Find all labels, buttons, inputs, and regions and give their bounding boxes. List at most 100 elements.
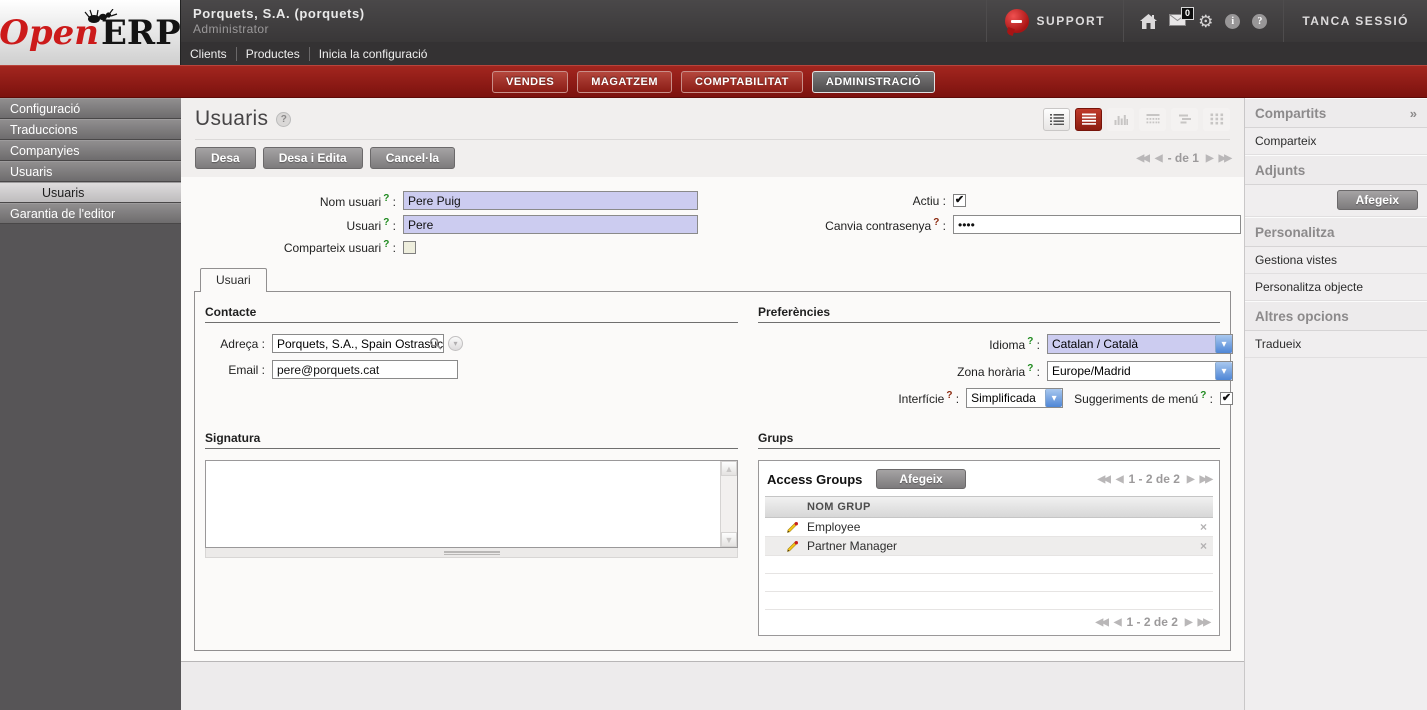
main-menu-bar: VENDES MAGATZEM COMPTABILITAT ADMINISTRA… [0, 65, 1427, 98]
shortcut-configuracio[interactable]: Inicia la configuració [308, 46, 437, 61]
company-block: Porquets, S.A. (porquets) Administrator [181, 6, 365, 36]
logged-in-user: Administrator [193, 22, 269, 36]
home-icon[interactable] [1140, 13, 1158, 29]
pager-next-icon[interactable]: ▶ [1206, 153, 1214, 164]
view-graph-button[interactable] [1107, 107, 1134, 131]
pager-first-icon[interactable]: ◀◀ [1097, 474, 1110, 485]
page-help-icon[interactable]: ? [276, 111, 292, 127]
sidebar-item-usuaris[interactable]: Usuaris [0, 161, 181, 182]
gestiona-vistes-link[interactable]: Gestiona vistes [1245, 247, 1427, 274]
gear-icon[interactable]: ⚙ [1198, 13, 1213, 30]
support-label: SUPPORT [1036, 14, 1106, 28]
help-icon[interactable]: ? [1252, 13, 1268, 29]
nom-usuari-input[interactable]: Pere Puig [403, 191, 698, 210]
sidebar-item-configuracio[interactable]: Configuració [0, 98, 181, 119]
section-personalitza: Personalitza [1245, 217, 1427, 247]
email-input[interactable]: pere@porquets.cat [272, 360, 458, 379]
cancel-button[interactable]: Cancel·la [369, 147, 456, 169]
view-form-button[interactable] [1075, 107, 1102, 131]
header-title-row: Porquets, S.A. (porquets) Administrator … [181, 0, 1427, 42]
info-icon[interactable]: i [1225, 13, 1241, 29]
usuari-input[interactable]: Pere [403, 215, 698, 234]
scroll-down-icon[interactable]: ▼ [721, 532, 737, 547]
shortcut-clients[interactable]: Clients [181, 47, 236, 61]
idioma-select[interactable]: Catalan / Català ▾ [1047, 334, 1233, 354]
add-attachment-button[interactable]: Afegeix [1336, 190, 1418, 210]
group-name: Partner Manager [807, 539, 898, 553]
left-sidebar: Configuració Traduccions Companyies Usua… [0, 98, 181, 710]
content-background [181, 662, 1244, 710]
chevron-down-icon: ▾ [1215, 335, 1232, 353]
adreca-label: Adreça [205, 337, 265, 351]
sidebar-item-garantia[interactable]: Garantia de l'editor [0, 203, 181, 224]
adreca-input[interactable]: Porquets, S.A., Spain Ostrasuc [272, 334, 444, 353]
form-toolbar: Desa Desa i Edita Cancel·la ◀◀ ◀ - de 1 … [181, 140, 1244, 177]
form-view-icon [1081, 113, 1096, 125]
delete-row-icon[interactable]: × [1200, 520, 1207, 534]
pager-prev-icon[interactable]: ◀ [1155, 153, 1163, 164]
top-header: Open ERP Porquets, S.A. (porquets) Admin… [0, 0, 1427, 65]
notebook-tabs: Usuari [191, 268, 1234, 292]
contrasenya-input[interactable]: •••• [953, 215, 1241, 234]
zona-horaria-select[interactable]: Europe/Madrid ▾ [1047, 361, 1233, 381]
support-button[interactable]: SUPPORT [987, 9, 1124, 33]
actiu-checkbox[interactable]: ✔ [953, 194, 966, 207]
comparteix-checkbox[interactable] [403, 240, 416, 254]
save-edit-button[interactable]: Desa i Edita [262, 147, 363, 169]
pager-last-icon[interactable]: ▶▶ [1219, 153, 1232, 164]
sidebar-item-usuaris-sub[interactable]: Usuaris [0, 182, 181, 203]
tradueix-link[interactable]: Tradueix [1245, 331, 1427, 358]
pager-last-icon[interactable]: ▶▶ [1198, 617, 1211, 628]
page-title: Usuaris [195, 107, 269, 130]
pager-next-icon[interactable]: ▶ [1185, 617, 1193, 628]
resize-handle[interactable] [205, 548, 738, 558]
delete-row-icon[interactable]: × [1200, 539, 1207, 553]
search-icon[interactable] [429, 337, 442, 350]
pager-next-icon[interactable]: ▶ [1187, 474, 1195, 485]
table-row[interactable]: Employee × [765, 518, 1213, 537]
pager-prev-icon[interactable]: ◀ [1116, 474, 1124, 485]
menu-administracio[interactable]: ADMINISTRACIÓ [811, 70, 935, 93]
adreca-dropdown-button[interactable]: ▾ [448, 336, 463, 351]
logout-button[interactable]: TANCA SESSIÓ [1284, 14, 1427, 28]
personalitza-objecte-link[interactable]: Personalitza objecte [1245, 274, 1427, 301]
requests-button[interactable]: 0 [1169, 6, 1195, 29]
ant-icon [84, 9, 118, 23]
interficie-select[interactable]: Simplificada ▾ [966, 388, 1064, 408]
support-bubble-icon [1004, 9, 1029, 33]
add-group-button[interactable]: Afegeix [876, 469, 966, 489]
scrollbar[interactable]: ▲ ▼ [720, 461, 737, 547]
interficie-label: Interfície? [758, 390, 959, 406]
shortcut-productes[interactable]: Productes [235, 46, 309, 61]
view-calendar-button[interactable] [1139, 107, 1166, 131]
pager-first-icon[interactable]: ◀◀ [1095, 617, 1108, 628]
menu-vendes[interactable]: VENDES [492, 70, 569, 93]
signatura-textarea[interactable] [206, 461, 720, 547]
actiu-label: Actiu [731, 194, 946, 208]
edit-pencil-icon[interactable] [786, 521, 799, 534]
tab-usuari[interactable]: Usuari [200, 268, 267, 292]
groups-pager-bottom: ◀◀ ◀ 1 - 2 de 2 ▶ ▶▶ [1095, 615, 1211, 629]
record-pager: ◀◀ ◀ - de 1 ▶ ▶▶ [1136, 151, 1232, 165]
pager-first-icon[interactable]: ◀◀ [1136, 153, 1149, 164]
view-kanban-button[interactable] [1203, 107, 1230, 131]
view-gantt-button[interactable] [1171, 107, 1198, 131]
menu-comptabilitat[interactable]: COMPTABILITAT [681, 70, 803, 93]
signatura-field: ▲ ▼ [205, 460, 738, 548]
edit-pencil-icon[interactable] [786, 540, 799, 553]
menu-magatzem[interactable]: MAGATZEM [577, 70, 672, 93]
save-button[interactable]: Desa [195, 147, 256, 169]
scroll-up-icon[interactable]: ▲ [721, 461, 737, 476]
preferencies-section-title: Preferències [758, 305, 1220, 323]
pager-prev-icon[interactable]: ◀ [1114, 617, 1122, 628]
comparteix-link[interactable]: Comparteix [1245, 128, 1427, 155]
sidebar-item-traduccions[interactable]: Traduccions [0, 119, 181, 140]
main-content: Usuaris ? Desa Desa i Edita Cancel·la ◀◀… [181, 98, 1244, 710]
view-list-button[interactable] [1043, 107, 1070, 131]
sidebar-item-companyies[interactable]: Companyies [0, 140, 181, 161]
contrasenya-label: Canvia contrasenya? [731, 217, 946, 233]
pager-last-icon[interactable]: ▶▶ [1200, 474, 1213, 485]
suggeriments-checkbox[interactable]: ✔ [1220, 391, 1233, 405]
table-row[interactable]: Partner Manager × [765, 537, 1213, 556]
expand-sidebar-icon[interactable]: » [1410, 106, 1417, 121]
